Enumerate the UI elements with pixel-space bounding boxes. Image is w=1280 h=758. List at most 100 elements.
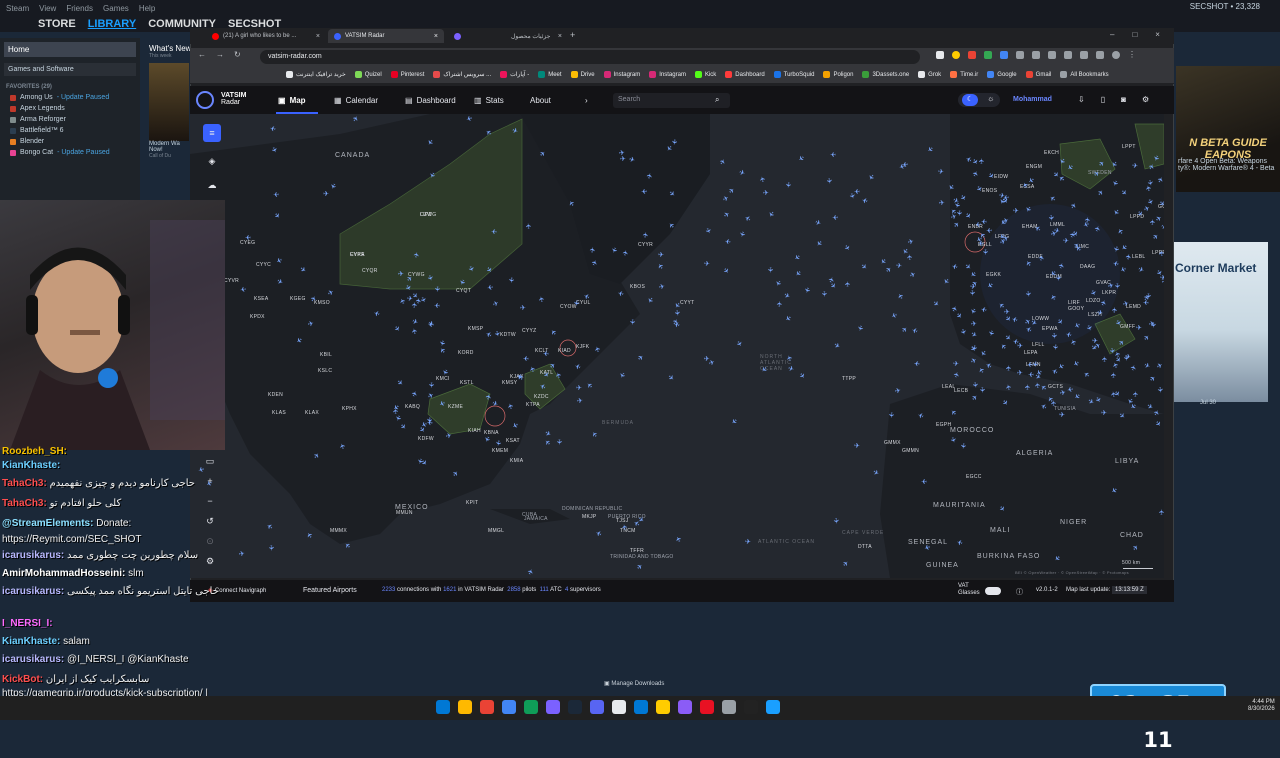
game-item[interactable]: Arma Reforger xyxy=(0,114,140,125)
featured-airports-button[interactable]: Featured Airports xyxy=(303,587,357,594)
close-icon[interactable]: × xyxy=(434,33,438,40)
aircraft-icon[interactable]: ✈ xyxy=(784,182,793,189)
extension-icon[interactable] xyxy=(1032,51,1040,59)
airport-label[interactable]: LEBL xyxy=(1132,254,1145,260)
airport-label[interactable]: MMMX xyxy=(330,528,347,534)
airport-label[interactable]: KPIT xyxy=(466,500,478,506)
aircraft-icon[interactable]: ✈ xyxy=(854,442,860,450)
file-explorer-icon[interactable] xyxy=(458,700,472,714)
airport-label[interactable]: LFLL xyxy=(1032,342,1045,348)
aircraft-icon[interactable]: ✈ xyxy=(572,299,581,306)
aircraft-icon[interactable]: ✈ xyxy=(1028,370,1034,378)
airport-label[interactable]: KPHX xyxy=(342,406,357,412)
aircraft-icon[interactable]: ✈ xyxy=(980,217,986,225)
aircraft-icon[interactable]: ✈ xyxy=(766,267,774,273)
airport-label[interactable]: KDTW xyxy=(500,332,516,338)
app-icon[interactable] xyxy=(678,700,692,714)
game-item[interactable]: Bongo Cat - Update Paused xyxy=(0,147,140,158)
aircraft-icon[interactable]: ✈ xyxy=(576,384,582,392)
airport-label[interactable]: KDEN xyxy=(268,392,283,398)
maximize-icon[interactable]: □ xyxy=(1132,30,1137,39)
aircraft-icon[interactable]: ✈ xyxy=(921,477,927,485)
aircraft-icon[interactable]: ✈ xyxy=(745,538,752,547)
search-icon[interactable]: ⌕ xyxy=(715,95,719,105)
aircraft-icon[interactable]: ✈ xyxy=(411,327,420,335)
airport-label[interactable]: KSEA xyxy=(254,296,269,302)
aircraft-icon[interactable]: ✈ xyxy=(832,212,839,220)
airport-label[interactable]: EPWA xyxy=(1042,326,1058,332)
airport-label[interactable]: CYVR xyxy=(224,278,239,284)
game-item[interactable]: Blender xyxy=(0,136,140,147)
aircraft-icon[interactable]: ✈ xyxy=(901,160,908,169)
airport-label[interactable]: LEPA xyxy=(1024,350,1038,356)
airport-label[interactable]: TTPP xyxy=(842,376,856,382)
new-tab-button[interactable]: + xyxy=(570,30,575,40)
menu-kebab-icon[interactable]: ⋮ xyxy=(1128,51,1136,59)
bookmark[interactable]: Instagram xyxy=(603,71,640,78)
document-icon[interactable]: ▯ xyxy=(1101,95,1105,104)
chat-username[interactable]: KianKhaste: xyxy=(2,636,63,647)
library-home-button[interactable]: Home xyxy=(4,42,136,57)
airport-label[interactable]: EKCH xyxy=(1044,150,1059,156)
airport-label[interactable]: KLAS xyxy=(272,410,286,416)
extension-icon[interactable] xyxy=(936,51,944,59)
aircraft-icon[interactable]: ✈ xyxy=(887,411,896,418)
airport-label[interactable]: EIDW xyxy=(994,174,1008,180)
airport-label[interactable]: KSTL xyxy=(460,380,474,386)
aircraft-icon[interactable]: ✈ xyxy=(1101,408,1107,416)
airport-label[interactable]: KORD xyxy=(458,350,474,356)
aircraft-icon[interactable]: ✈ xyxy=(520,304,527,313)
aircraft-icon[interactable]: ✈ xyxy=(641,231,650,238)
airport-label[interactable]: GMMX xyxy=(884,440,901,446)
bookmark[interactable]: Kick xyxy=(694,71,716,78)
profile-avatar[interactable] xyxy=(1112,51,1120,59)
moon-icon[interactable]: ☾ xyxy=(962,94,978,106)
steam-user[interactable]: SECSHOT • 23,328 xyxy=(1190,2,1260,11)
aircraft-icon[interactable]: ✈ xyxy=(854,186,860,194)
chrome-icon[interactable] xyxy=(524,700,538,714)
extension-icon[interactable] xyxy=(1048,51,1056,59)
game-item[interactable]: Apex Legends xyxy=(0,103,140,114)
airport-label[interactable]: KMIA xyxy=(510,458,523,464)
menu-friends[interactable]: Friends xyxy=(66,4,93,13)
aircraft-icon[interactable]: ✈ xyxy=(555,439,563,445)
layers-icon[interactable]: ◈ xyxy=(203,152,221,170)
airport-label[interactable]: ENOS xyxy=(982,188,997,194)
chat-username[interactable]: KianKhaste: xyxy=(2,460,60,471)
airport-label[interactable]: LPPT xyxy=(1122,144,1136,150)
aircraft-icon[interactable]: ✈ xyxy=(1004,308,1010,316)
aircraft-icon[interactable]: ✈ xyxy=(543,349,549,357)
nav-stats[interactable]: ▥ Stats xyxy=(474,96,504,105)
aircraft-icon[interactable]: ✈ xyxy=(1100,355,1108,362)
taskbar-clock[interactable]: 4:44 PM 8/30/2026 xyxy=(1248,699,1275,713)
aircraft-icon[interactable]: ✈ xyxy=(1050,333,1059,340)
aircraft-icon[interactable]: ✈ xyxy=(1050,343,1059,350)
aircraft-icon[interactable]: ✈ xyxy=(486,282,493,291)
aircraft-icon[interactable]: ✈ xyxy=(589,246,598,254)
airport-label[interactable]: EGPH xyxy=(936,422,951,428)
bookmark[interactable]: Google xyxy=(987,71,1017,78)
sun-icon[interactable]: ☼ xyxy=(987,94,994,103)
airport-label[interactable]: KPDX xyxy=(250,314,265,320)
info-icon[interactable]: ⓘ xyxy=(1016,587,1023,597)
airport-label[interactable]: KMCI xyxy=(436,376,450,382)
aircraft-icon[interactable]: ✈ xyxy=(576,396,583,405)
bookmark[interactable]: سرویس اشتراک ... xyxy=(433,71,491,78)
aircraft-icon[interactable]: ✈ xyxy=(269,123,276,132)
airport-label[interactable]: KBOS xyxy=(630,284,645,290)
aircraft-icon[interactable]: ✈ xyxy=(672,309,681,316)
forward-icon[interactable]: → xyxy=(216,50,224,59)
airport-label[interactable]: EGKK xyxy=(986,272,1001,278)
aircraft-icon[interactable]: ✈ xyxy=(913,358,920,367)
start-icon[interactable] xyxy=(436,700,450,714)
airport-label[interactable]: CYYZ xyxy=(522,328,537,334)
radar-search-input[interactable]: Search xyxy=(613,93,730,108)
aircraft-icon[interactable]: ✈ xyxy=(1132,391,1140,397)
game-item[interactable]: Among Us - Update Paused xyxy=(0,92,140,103)
chevron-right-icon[interactable]: › xyxy=(585,96,588,105)
chat-username[interactable]: AmirMohammadHosseini: xyxy=(2,568,128,579)
bookmark[interactable]: خرید ترافیک اینترنت xyxy=(286,71,346,78)
airport-label[interactable]: GMMN xyxy=(902,448,919,454)
browser-tab[interactable]: جزئیات محصول × xyxy=(448,29,568,43)
discord-icon[interactable] xyxy=(590,700,604,714)
